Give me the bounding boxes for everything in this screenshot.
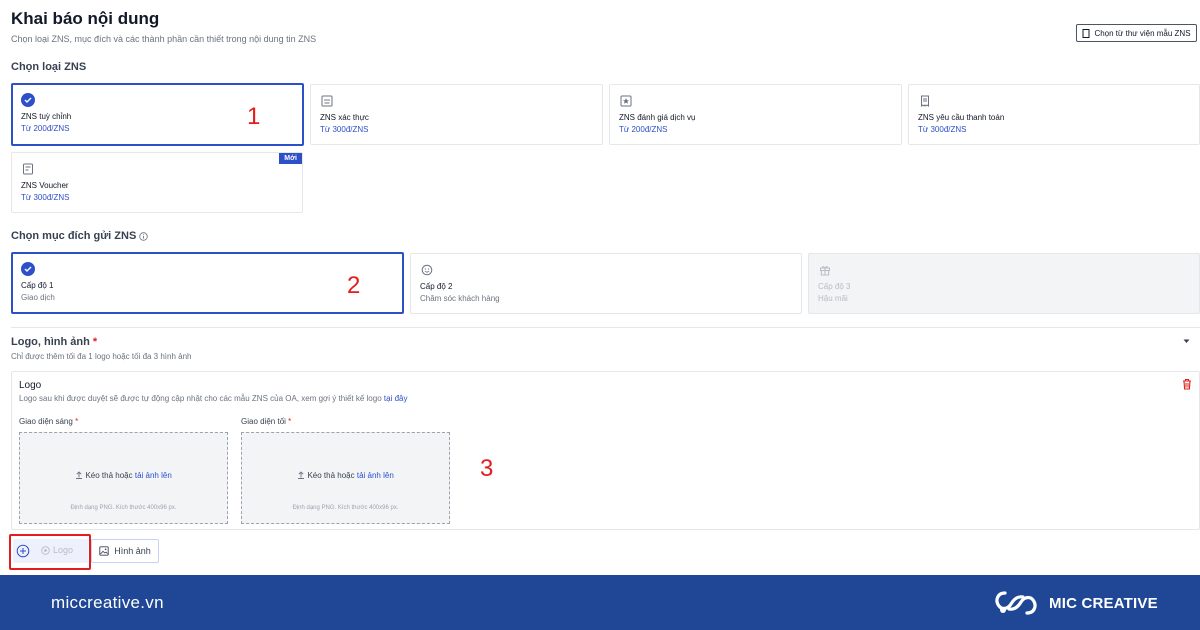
gift-icon — [818, 263, 832, 277]
template-library-label: Chọn từ thư viện mẫu ZNS — [1094, 28, 1191, 38]
add-logo-button[interactable]: Logo — [13, 539, 88, 563]
light-logo-dropzone[interactable]: Kéo thả hoặc tải ảnh lên Định dạng PNG. … — [19, 432, 228, 524]
purpose-level-1[interactable]: Cấp độ 1 Giao dịch — [11, 252, 404, 314]
format-hint: Định dạng PNG. Kích thước 400x96 px. — [292, 505, 399, 511]
zns-type-price: Từ 300đ/ZNS — [918, 125, 967, 134]
annotation-step-2: 2 — [347, 272, 361, 299]
check-icon — [21, 262, 35, 276]
dropzone-prompt: Kéo thả hoặc tải ảnh lên — [20, 471, 227, 480]
light-mode-label: Giao diện sáng * — [19, 417, 78, 426]
smile-icon — [420, 263, 434, 277]
purpose-desc: Hậu mãi — [818, 294, 848, 303]
annotation-step-1: 1 — [247, 103, 261, 130]
dropzone-prompt: Kéo thả hoặc tải ảnh lên — [242, 471, 449, 480]
logo-panel-note: Logo sau khi được duyệt sẽ được tự động … — [19, 394, 407, 403]
purpose-name: Cấp độ 1 — [21, 281, 54, 290]
page-subtitle: Chọn loại ZNS, mục đích và các thành phầ… — [11, 34, 317, 44]
add-image-label: Hình ảnh — [114, 546, 151, 556]
design-guide-link[interactable]: tại đây — [384, 394, 408, 403]
purpose-name: Cấp độ 3 — [818, 282, 851, 291]
upload-link[interactable]: tải ảnh lên — [357, 471, 394, 480]
upload-icon — [76, 471, 83, 479]
star-box-icon — [619, 94, 633, 108]
add-logo-label-row: Logo — [41, 545, 73, 555]
zns-type-payment-request[interactable]: ZNS yêu cầu thanh toán Từ 300đ/ZNS — [908, 84, 1200, 145]
zns-type-service-rating[interactable]: ZNS đánh giá dịch vụ Từ 200đ/ZNS — [609, 84, 902, 145]
image-icon — [99, 546, 109, 556]
info-icon[interactable] — [139, 231, 148, 241]
logo-section-subtitle: Chỉ được thêm tối đa 1 logo hoặc tối đa … — [11, 352, 192, 361]
keypad-icon — [320, 94, 334, 108]
zns-type-price: Từ 200đ/ZNS — [619, 125, 668, 134]
drop-text: Kéo thả hoặc — [307, 471, 355, 480]
voucher-icon — [21, 162, 35, 176]
add-image-button[interactable]: Hình ảnh — [91, 539, 159, 563]
light-mode-label-text: Giao diện sáng — [19, 417, 73, 426]
required-mark: * — [92, 336, 98, 348]
purpose-level-2[interactable]: Cấp độ 2 Chăm sóc khách hàng — [410, 253, 802, 314]
footer-brand: MIC CREATIVE — [993, 589, 1158, 617]
receipt-icon — [918, 94, 932, 108]
template-library-button[interactable]: Chọn từ thư viện mẫu ZNS — [1076, 24, 1197, 42]
drop-text: Kéo thả hoặc — [85, 471, 133, 480]
required-mark: * — [75, 417, 79, 426]
main-content: Khai báo nội dung Chọn loại ZNS, mục đíc… — [0, 0, 1200, 575]
zns-type-name: ZNS tuỳ chỉnh — [21, 112, 72, 121]
footer-banner: miccreative.vn MIC CREATIVE — [0, 575, 1200, 630]
zns-type-price: Từ 200đ/ZNS — [21, 124, 70, 133]
document-icon — [1082, 28, 1090, 38]
zns-type-price: Từ 300đ/ZNS — [320, 125, 369, 134]
zns-type-title: Chọn loại ZNS — [11, 61, 87, 73]
zns-type-name: ZNS Voucher — [21, 181, 69, 190]
purpose-desc: Chăm sóc khách hàng — [420, 294, 500, 303]
zns-type-authentication[interactable]: ZNS xác thực Từ 300đ/ZNS — [310, 84, 603, 145]
upload-link[interactable]: tải ảnh lên — [135, 471, 172, 480]
trash-icon[interactable] — [1180, 377, 1194, 391]
purpose-desc: Giao dịch — [21, 293, 55, 302]
upload-icon — [298, 471, 305, 479]
dark-mode-label: Giao diện tối * — [241, 417, 291, 426]
collapse-caret-icon[interactable] — [1183, 339, 1190, 344]
dark-logo-dropzone[interactable]: Kéo thả hoặc tải ảnh lên Định dạng PNG. … — [241, 432, 450, 524]
purpose-name: Cấp độ 2 — [420, 282, 453, 291]
logo-badge-icon — [41, 545, 50, 555]
zns-type-price: Từ 300đ/ZNS — [21, 193, 70, 202]
logo-panel-title: Logo — [19, 380, 42, 391]
zns-type-name: ZNS đánh giá dịch vụ — [619, 113, 696, 122]
dark-mode-label-text: Giao diện tối — [241, 417, 286, 426]
logo-panel: Logo Logo sau khi được duyệt sẽ được tự … — [11, 371, 1200, 530]
section-divider — [11, 327, 1200, 328]
page-title: Khai báo nội dung — [11, 9, 160, 28]
new-badge: Mới — [279, 153, 302, 164]
format-hint: Định dạng PNG. Kích thước 400x96 px. — [70, 505, 177, 511]
check-icon — [21, 93, 35, 107]
mic-creative-logo-icon — [995, 591, 1037, 615]
required-mark: * — [288, 417, 292, 426]
annotation-step-3: 3 — [480, 455, 494, 482]
logo-section-title-text: Logo, hình ảnh — [11, 336, 90, 348]
zns-type-name: ZNS xác thực — [320, 113, 369, 122]
purpose-level-3: Cấp độ 3 Hậu mãi — [808, 253, 1200, 314]
zns-type-voucher[interactable]: Mới ZNS Voucher Từ 300đ/ZNS — [11, 152, 303, 213]
zns-type-name: ZNS yêu cầu thanh toán — [918, 113, 1005, 122]
purpose-title: Chọn mục đích gửi ZNS — [11, 230, 137, 242]
logo-note-text: Logo sau khi được duyệt sẽ được tự động … — [19, 394, 382, 403]
plus-circle-icon — [16, 544, 30, 558]
purpose-title-row: Chọn mục đích gửi ZNS — [11, 230, 148, 242]
footer-site: miccreative.vn — [51, 593, 164, 612]
add-logo-label: Logo — [53, 545, 74, 555]
logo-section-title: Logo, hình ảnh * — [11, 336, 97, 348]
footer-brand-name: MIC CREATIVE — [1049, 594, 1158, 612]
